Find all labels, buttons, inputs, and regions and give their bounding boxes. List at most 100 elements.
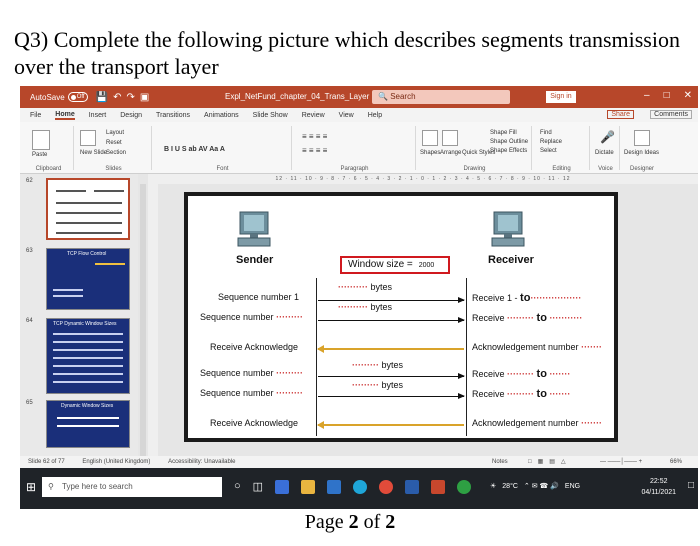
- view-buttons[interactable]: □▦▤△: [528, 456, 572, 468]
- tab-view[interactable]: View: [339, 112, 354, 119]
- row1-arrow: [318, 297, 465, 303]
- language-status[interactable]: English (United Kingdom): [82, 459, 150, 465]
- row4-blank-b: ·······: [549, 369, 571, 379]
- clipboard-group: Paste Clipboard: [24, 126, 74, 172]
- row5-bytes: bytes: [381, 380, 404, 390]
- signin-button[interactable]: Sign in: [546, 91, 576, 103]
- maximize-icon[interactable]: □: [664, 90, 670, 101]
- thumbnail-number: 64: [26, 318, 33, 324]
- row5-blank-a: ·········: [507, 389, 535, 399]
- tab-help[interactable]: Help: [368, 112, 382, 119]
- row1-blank: ·················: [530, 293, 582, 303]
- minimize-icon[interactable]: –: [644, 90, 650, 101]
- zoom-level[interactable]: 66%: [670, 456, 682, 468]
- tray-icons[interactable]: ⌃ ✉ ☎ 🔊: [524, 482, 559, 490]
- slide-thumbnails-pane: 62 63 TCP Flow Control 64 TCP Dynamic Wi…: [20, 174, 138, 456]
- new-slide-icon[interactable]: [80, 130, 96, 146]
- row4-arrow: [318, 373, 465, 379]
- tab-review[interactable]: Review: [302, 112, 325, 119]
- input-language[interactable]: ENG: [565, 483, 580, 490]
- arrange-icon[interactable]: [442, 130, 458, 146]
- window-controls: – □ ✕: [644, 90, 692, 101]
- slide[interactable]: Sender Receiver Window size = 2000 Sequen…: [184, 192, 618, 442]
- comments-button[interactable]: Comments: [650, 110, 692, 119]
- taskbar-clock[interactable]: 22:52 04/11/2021: [641, 476, 676, 498]
- windows-start-icon[interactable]: ⊞: [26, 480, 36, 494]
- thumbnail-slide-65[interactable]: Dynamic Window Sizes: [46, 400, 130, 448]
- select-button[interactable]: Select: [540, 148, 557, 154]
- taskbar-search-input[interactable]: ⚲ Type here to search: [42, 477, 222, 497]
- tab-transitions[interactable]: Transitions: [156, 112, 190, 119]
- search-icon: ⚲: [48, 482, 54, 491]
- shapes-label[interactable]: Shapes: [420, 150, 440, 156]
- shapes-icon[interactable]: [422, 130, 438, 146]
- autosave-toggle[interactable]: Off: [67, 92, 88, 102]
- tab-insert[interactable]: Insert: [89, 112, 107, 119]
- ribbon-tabs: File Home Insert Design Transitions Anim…: [20, 108, 698, 122]
- replace-button[interactable]: Replace: [540, 139, 562, 145]
- thumbnail-slide-64[interactable]: TCP Dynamic Window Sizes: [46, 318, 130, 394]
- row3-blank: ·······: [581, 342, 603, 352]
- chrome-browser-icon[interactable]: [379, 480, 394, 494]
- cortana-icon[interactable]: ○: [234, 480, 241, 494]
- arrange-label[interactable]: Arrange: [440, 150, 461, 156]
- tab-design[interactable]: Design: [120, 112, 142, 119]
- thumbnail-slide-62[interactable]: [46, 178, 130, 240]
- close-icon[interactable]: ✕: [684, 90, 692, 101]
- slides-group: New Slide Layout Reset Section Slides: [76, 126, 152, 172]
- new-slide-label[interactable]: New Slide: [80, 150, 107, 156]
- page-footer: Page 2 of 2: [0, 511, 700, 534]
- zoom-slider[interactable]: — ───│─── +: [600, 456, 642, 468]
- page-total: 2: [385, 511, 396, 533]
- tab-animations[interactable]: Animations: [204, 112, 239, 119]
- voice-group: 🎤 Dictate Voice: [592, 126, 620, 172]
- dictate-label[interactable]: Dictate: [595, 150, 614, 156]
- mail-app-icon[interactable]: [275, 480, 290, 494]
- design-ideas-icon[interactable]: [634, 130, 650, 146]
- quick-access-icons[interactable]: 💾↶↷▣: [96, 92, 155, 103]
- store-app-icon[interactable]: [327, 480, 342, 494]
- autosave[interactable]: AutoSave Off: [30, 92, 88, 102]
- file-explorer-icon[interactable]: [301, 480, 316, 494]
- powerpoint-app-icon[interactable]: [431, 480, 446, 494]
- taskbar-search-placeholder: Type here to search: [62, 482, 133, 491]
- row1-receiver-label: Receive 1 - to·················: [472, 292, 581, 304]
- notes-button[interactable]: Notes: [492, 456, 508, 468]
- task-view-icon[interactable]: ◫: [253, 480, 263, 494]
- weather-icon[interactable]: ☀: [490, 482, 496, 490]
- clock-time: 22:52: [649, 478, 668, 485]
- align-buttons[interactable]: ≡ ≡ ≡ ≡: [302, 146, 327, 155]
- page-number: 2: [348, 511, 359, 533]
- tab-slide-show[interactable]: Slide Show: [253, 112, 288, 119]
- row2-receiver-label: Receive ········· to ···········: [472, 312, 582, 324]
- find-button[interactable]: Find: [540, 130, 552, 136]
- row6-sender-label: Receive Acknowledge: [210, 418, 299, 428]
- layout-button[interactable]: Layout: [106, 130, 124, 136]
- edge-browser-icon[interactable]: [353, 480, 368, 494]
- microphone-icon[interactable]: 🎤: [600, 130, 615, 144]
- font-style-buttons[interactable]: B I U S ab AV Aa A: [164, 146, 225, 153]
- weather-temp[interactable]: 28°C: [502, 483, 518, 490]
- thumbnail-scrollbar[interactable]: [140, 184, 146, 456]
- section-button[interactable]: Section: [106, 150, 126, 156]
- share-button[interactable]: Share: [607, 110, 634, 119]
- notifications-icon[interactable]: □: [688, 480, 694, 491]
- thumbnail-slide-63[interactable]: TCP Flow Control: [46, 248, 130, 310]
- paste-icon[interactable]: [32, 130, 50, 150]
- tab-home[interactable]: Home: [55, 111, 75, 120]
- accessibility-status[interactable]: Accessibility: Unavailable: [168, 459, 235, 465]
- shape-outline-button[interactable]: Shape Outline: [490, 139, 528, 145]
- shape-effects-button[interactable]: Shape Effects: [490, 148, 527, 154]
- row6-ack-arrow: [317, 421, 464, 429]
- design-ideas-label[interactable]: Design Ideas: [624, 150, 659, 156]
- reset-button[interactable]: Reset: [106, 140, 122, 146]
- sender-computer-icon: [237, 211, 271, 247]
- list-buttons[interactable]: ≡ ≡ ≡ ≡: [302, 132, 327, 141]
- chrome-alt-icon[interactable]: [457, 480, 472, 494]
- search-box[interactable]: 🔍 Search: [372, 90, 510, 104]
- word-app-icon[interactable]: [405, 480, 420, 494]
- clipboard-label: Clipboard: [35, 166, 62, 172]
- tab-file[interactable]: File: [30, 112, 41, 119]
- shape-fill-button[interactable]: Shape Fill: [490, 130, 517, 136]
- thumbnail-title: TCP Flow Control: [67, 251, 107, 257]
